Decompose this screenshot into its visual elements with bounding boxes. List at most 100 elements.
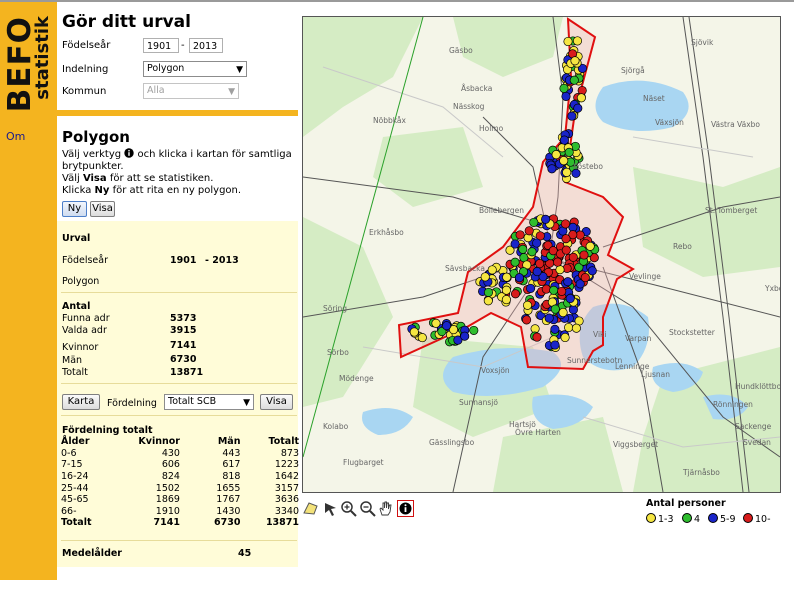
map-place-label: Söring bbox=[323, 304, 347, 313]
map-place-label: Kolabo bbox=[323, 422, 349, 431]
legend-item: 1-3 bbox=[646, 513, 674, 525]
instr-text: för att se statistiken. bbox=[109, 173, 214, 184]
nav-om-link[interactable]: Om bbox=[6, 130, 25, 143]
top-border bbox=[0, 0, 794, 2]
legend-label: 5-9 bbox=[720, 514, 736, 525]
map-place-label: Övre Harten bbox=[515, 428, 561, 437]
map-point bbox=[442, 321, 452, 331]
map-place-label: Viggsberget bbox=[613, 440, 658, 449]
map-point bbox=[409, 327, 419, 337]
logo-statistik: statistik bbox=[32, 16, 53, 100]
stats-birth-to: - 2013 bbox=[205, 255, 239, 266]
polygon-draw-icon[interactable] bbox=[302, 500, 319, 517]
antal-heading: Antal bbox=[62, 301, 91, 312]
polygon-title: Polygon bbox=[62, 128, 130, 146]
map-point bbox=[522, 315, 532, 325]
page-title: Gör ditt urval bbox=[62, 12, 191, 32]
map-point bbox=[568, 305, 578, 315]
map-point bbox=[561, 234, 571, 244]
birth-year-dash: - bbox=[181, 40, 185, 51]
map-point bbox=[541, 284, 551, 294]
zoom-out-icon[interactable] bbox=[359, 500, 376, 517]
distribution-heading: Fördelning totalt bbox=[62, 425, 153, 436]
map-point bbox=[547, 164, 557, 174]
map-point bbox=[529, 217, 539, 227]
visa-button[interactable]: Visa bbox=[260, 394, 293, 410]
table-row: 0-6 430 443 873 bbox=[61, 448, 299, 460]
stat-label: Män bbox=[62, 355, 83, 366]
division-select[interactable]: Polygon ▼ bbox=[143, 61, 247, 77]
info-icon[interactable] bbox=[397, 500, 414, 517]
table-cell: 430 bbox=[161, 447, 180, 459]
stat-value: 6730 bbox=[170, 354, 197, 365]
table-header-row: Ålder Kvinnor Män Totalt bbox=[61, 436, 299, 448]
map-svg[interactable]: Gäsbo Sjövik Sjörgå Åsbacka Näset Nässkog Nöbb… bbox=[303, 17, 780, 492]
map-point bbox=[570, 56, 580, 66]
map-point bbox=[501, 295, 511, 305]
legend-dot bbox=[743, 513, 753, 523]
table-cell: 1642 bbox=[274, 471, 299, 483]
table-cell: 0-6 bbox=[61, 447, 77, 459]
legend-label: 10- bbox=[755, 514, 771, 525]
municipality-select[interactable]: Alla ▼ bbox=[143, 83, 239, 99]
map-place-label: Tjärnåsbo bbox=[682, 468, 720, 477]
map-place-label: Yxbo bbox=[764, 284, 780, 293]
map-place-label: Sunnansjö bbox=[459, 398, 498, 407]
map-point bbox=[502, 272, 512, 282]
birth-year-label: Födelseår bbox=[62, 40, 111, 51]
pan-icon[interactable] bbox=[322, 500, 339, 517]
map-point bbox=[573, 103, 583, 113]
map-point bbox=[518, 244, 528, 254]
municipality-select-value: Alla bbox=[147, 85, 165, 96]
new-polygon-button[interactable]: Ny bbox=[62, 201, 87, 217]
map-place-label: Köstebo bbox=[573, 162, 603, 171]
stat-value: 5373 bbox=[170, 313, 197, 324]
map-point bbox=[541, 214, 551, 224]
birth-year-from-input[interactable]: 1901 bbox=[143, 38, 179, 53]
stats-birth-label: Födelseår bbox=[62, 255, 108, 266]
zoom-in-icon[interactable] bbox=[340, 500, 357, 517]
table-row: 25-44 1502 1655 3157 bbox=[61, 482, 299, 494]
map-point bbox=[510, 289, 521, 299]
map-point bbox=[564, 147, 574, 157]
legend-title: Antal personer bbox=[646, 498, 726, 509]
fordelning-label: Fördelning bbox=[107, 398, 157, 409]
table-cell: 1767 bbox=[216, 494, 241, 506]
map-point bbox=[501, 285, 511, 295]
map-point bbox=[510, 257, 520, 267]
hand-icon[interactable] bbox=[377, 500, 394, 517]
map-point bbox=[560, 219, 571, 229]
section-divider bbox=[57, 110, 298, 116]
map-place-label: Nöbbkåx bbox=[373, 116, 407, 125]
map-point bbox=[565, 293, 575, 304]
fordelning-select[interactable]: Totalt SCB ▼ bbox=[164, 394, 254, 410]
table-cell: 617 bbox=[222, 459, 241, 471]
municipality-label: Kommun bbox=[62, 86, 107, 97]
legend-dot bbox=[708, 513, 718, 523]
map-canvas[interactable]: Gäsbo Sjövik Sjörgå Åsbacka Näset Nässkog Nöbb… bbox=[302, 16, 781, 493]
table-cell: 3340 bbox=[274, 505, 299, 517]
map-point bbox=[487, 265, 497, 275]
table-cell: 66- bbox=[61, 505, 77, 517]
table-cell: 1910 bbox=[155, 505, 180, 517]
map-point bbox=[535, 259, 545, 269]
birth-year-to-input[interactable]: 2013 bbox=[189, 38, 223, 53]
map-place-label: Voxsjön bbox=[481, 366, 510, 375]
table-row: 16-24 824 818 1642 bbox=[61, 471, 299, 483]
table-cell: 6730 bbox=[214, 517, 241, 529]
map-point bbox=[417, 333, 427, 343]
map-point bbox=[550, 340, 560, 350]
table-cell: 16-24 bbox=[61, 471, 89, 483]
show-polygon-button[interactable]: Visa bbox=[90, 201, 115, 217]
map-place-label: Växsjön bbox=[655, 118, 684, 127]
table-cell: 13871 bbox=[265, 517, 299, 529]
karta-button[interactable]: Karta bbox=[62, 394, 100, 410]
map-point bbox=[483, 287, 494, 297]
fordelning-select-value: Totalt SCB bbox=[168, 396, 217, 407]
median-age-value: 45 bbox=[238, 548, 252, 559]
logo-befo: BEFO bbox=[2, 16, 38, 113]
map-place-label: Ljusnan bbox=[641, 370, 670, 379]
legend-label: 1-3 bbox=[658, 514, 674, 525]
map-point bbox=[460, 331, 470, 341]
map-point bbox=[569, 75, 579, 85]
